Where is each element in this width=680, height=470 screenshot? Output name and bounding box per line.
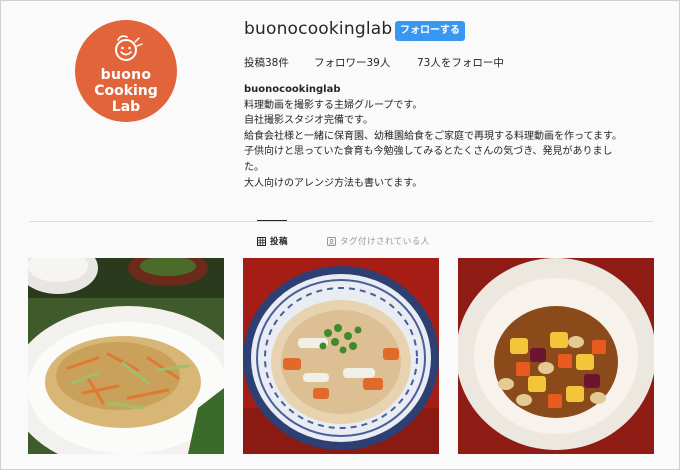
bio-line: 料理動画を撮影する主婦グループです。 [244,99,423,111]
tab-tagged[interactable]: タグ付けされている人 [327,235,430,247]
bio-line: 自社撮影スタジオ完備です。 [244,115,373,127]
stat-posts: 投稿38件 [244,57,289,69]
tabs-divider [29,221,653,222]
post-thumbnail[interactable] [458,258,654,454]
tab-posts-label: 投稿 [270,237,289,247]
tab-tagged-label: タグ付けされている人 [340,237,430,247]
post-image-fritters [28,258,224,454]
post-thumbnail[interactable] [243,258,439,454]
avatar-line-3: Lab [111,99,141,115]
bio-line: た。 [244,161,264,173]
profile-username: buonocookinglab [244,19,393,39]
follow-button[interactable]: フォローする [395,21,465,41]
active-tab-indicator [257,220,287,221]
post-image-sweet-potato [458,258,654,454]
profile-bio: buonocookinglab 料理動画を撮影する主婦グループです。 自社撮影ス… [244,82,664,191]
stat-following[interactable]: 73人をフォロー中 [417,55,504,70]
post-thumbnail[interactable] [28,258,224,454]
avatar-line-2: Cooking [94,83,158,99]
tag-icon [327,236,336,246]
profile-avatar[interactable]: buono Cooking Lab [75,20,177,122]
bio-line: 子供向けと思っていた食育も今勉強してみるとたくさんの気づき、発見がありまし [244,146,613,158]
grid-icon [257,236,266,246]
instagram-profile-page: buono Cooking Lab buonocookinglab フォローする… [0,0,680,470]
post-image-stew-bowl [243,258,439,454]
stat-followers[interactable]: フォロワー39人 [314,55,390,70]
bio-line: 給食会社様と一緒に保育園、幼稚園給食をご家庭で再現する料理動画を作ってます。 [244,130,622,142]
bio-name: buonocookinglab [244,84,341,95]
avatar-line-1: buono [100,67,152,83]
tab-posts[interactable]: 投稿 [257,235,288,247]
bio-line: 大人向けのアレンジ方法も書いてます。 [244,177,423,189]
